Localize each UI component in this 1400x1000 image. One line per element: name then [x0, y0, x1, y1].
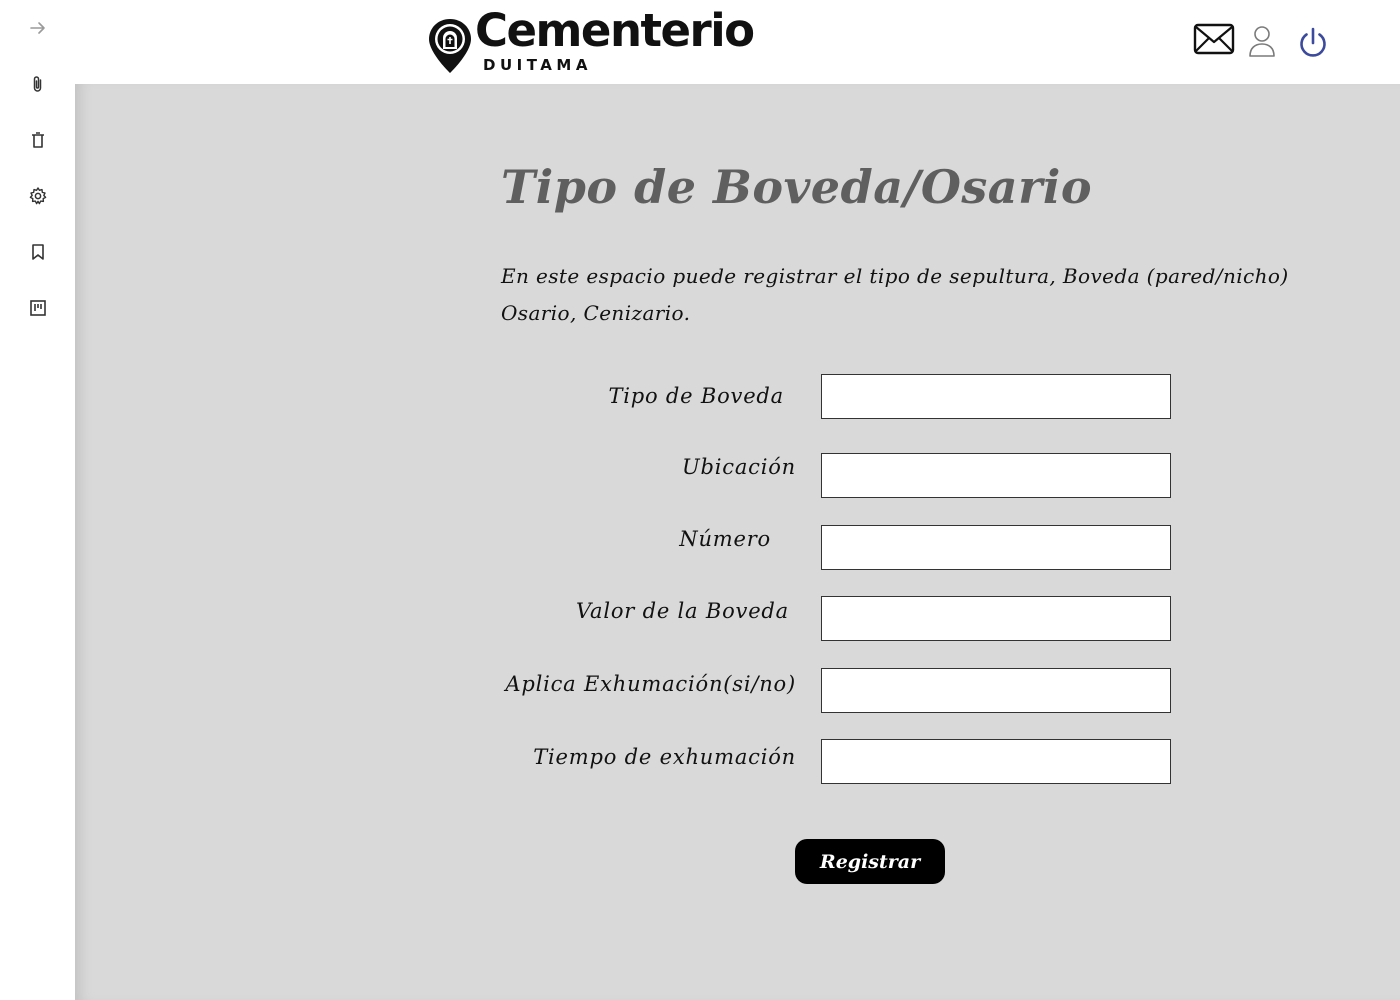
registrar-button[interactable]: Registrar [795, 839, 945, 884]
field-row-valor-boveda: Valor de la Boveda [75, 596, 1400, 642]
field-row-tiempo-exhumacion: Tiempo de exhumación [75, 739, 1400, 785]
sidebar-item-board[interactable] [22, 292, 54, 324]
tiempo-exhumacion-input[interactable] [821, 739, 1171, 784]
valor-boveda-input[interactable] [821, 596, 1171, 641]
power-icon[interactable] [1297, 26, 1329, 60]
sidebar [0, 0, 75, 1000]
ubicacion-input[interactable] [821, 453, 1171, 498]
arrow-right-icon [30, 22, 45, 34]
numero-input[interactable] [821, 525, 1171, 570]
brand-subtitle: DUITAMA [483, 56, 592, 74]
sidebar-item-expand[interactable] [22, 12, 54, 44]
field-row-aplica-exhumacion: Aplica Exhumación(si/no) [75, 668, 1400, 714]
field-label: Tipo de Boveda [608, 384, 784, 408]
field-row-tipo-boveda: Tipo de Boveda [75, 374, 1400, 420]
aplica-exhumacion-input[interactable] [821, 668, 1171, 713]
trash-icon [32, 132, 44, 148]
app-header: Cementerio DUITAMA [75, 0, 1400, 84]
field-row-ubicacion: Ubicación [75, 453, 1400, 499]
gear-icon [29, 187, 47, 205]
sidebar-item-bookmarks[interactable] [22, 236, 54, 268]
brand-name: Cementerio [475, 4, 755, 57]
mail-icon[interactable] [1193, 22, 1235, 56]
field-label: Aplica Exhumación(si/no) [505, 672, 796, 696]
page-title: Tipo de Boveda/Osario [501, 160, 1093, 214]
sidebar-item-settings[interactable] [22, 180, 54, 212]
field-label: Ubicación [682, 455, 796, 479]
location-pin-icon [429, 19, 471, 73]
field-label: Valor de la Boveda [575, 599, 789, 623]
sidebar-item-trash[interactable] [22, 124, 54, 156]
bookmark-icon [32, 244, 44, 260]
app-logo[interactable]: Cementerio DUITAMA [427, 8, 757, 76]
field-row-numero: Número [75, 525, 1400, 571]
field-label: Tiempo de exhumación [533, 745, 796, 769]
main-content: Tipo de Boveda/Osario En este espacio pu… [75, 84, 1400, 1000]
field-label: Número [679, 527, 771, 551]
page-description: En este espacio puede registrar el tipo … [501, 264, 1289, 325]
paperclip-icon [33, 76, 42, 92]
board-icon [30, 300, 46, 316]
user-icon[interactable] [1247, 24, 1277, 58]
sidebar-item-attachments[interactable] [22, 68, 54, 100]
tipo-boveda-input[interactable] [821, 374, 1171, 419]
